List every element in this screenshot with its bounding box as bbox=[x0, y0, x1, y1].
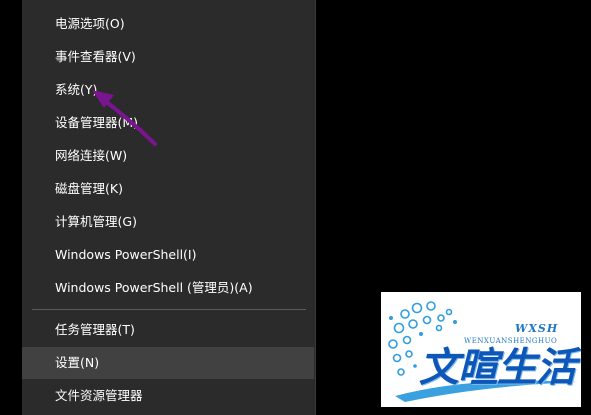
watermark-logo: WXSH WENXUANSHENGHUO 文暄生活 bbox=[381, 292, 581, 407]
desktop-background: 电源选项(O) 事件查看器(V) 系统(Y) 设备管理器(M) 网络连接(W) … bbox=[0, 0, 591, 415]
watermark-subtitle: WENXUANSHENGHUO bbox=[464, 337, 558, 345]
watermark-name: 文暄生活 bbox=[419, 345, 576, 391]
watermark-tag: WXSH bbox=[515, 322, 559, 335]
